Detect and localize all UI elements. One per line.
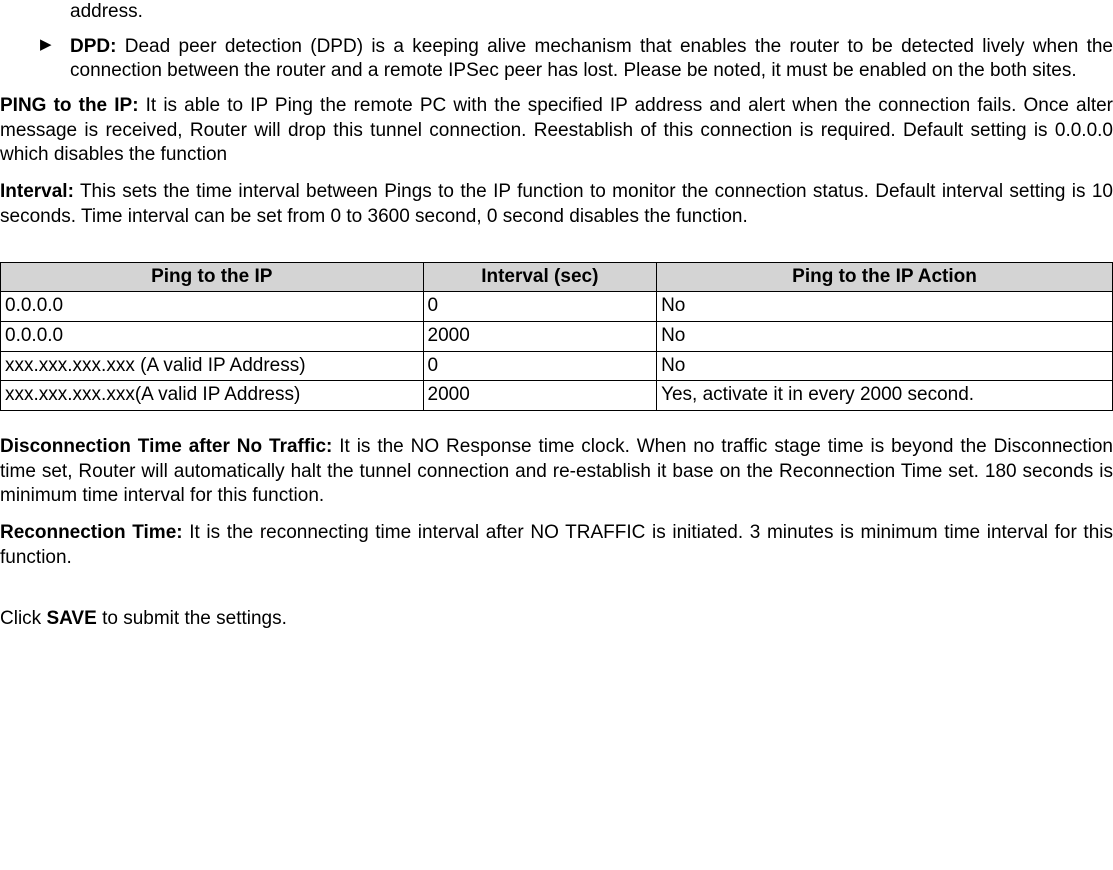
col-header-action: Ping to the IP Action [657,262,1113,292]
cell-interval: 0 [423,351,657,381]
ping-to-ip-label: PING to the IP: [0,95,139,116]
interval-text: This sets the time interval between Ping… [0,181,1113,227]
cell-action: Yes, activate it in every 2000 second. [657,381,1113,411]
cell-ping-ip: xxx.xxx.xxx.xxx(A valid IP Address) [1,381,424,411]
save-suffix: to submit the settings. [97,608,287,629]
ping-to-ip-paragraph: PING to the IP: It is able to IP Ping th… [0,94,1113,168]
cell-ping-ip: xxx.xxx.xxx.xxx (A valid IP Address) [1,351,424,381]
bullet-dpd: ▶ DPD: Dead peer detection (DPD) is a ke… [40,35,1113,84]
table-row: xxx.xxx.xxx.xxx (A valid IP Address) 0 N… [1,351,1113,381]
table-row: xxx.xxx.xxx.xxx(A valid IP Address) 2000… [1,381,1113,411]
dpd-text: Dead peer detection (DPD) is a keeping a… [70,36,1113,82]
cell-ping-ip: 0.0.0.0 [1,292,424,322]
interval-label: Interval: [0,181,74,202]
col-header-interval: Interval (sec) [423,262,657,292]
bullet-marker-icon: ▶ [40,35,70,84]
cell-action: No [657,292,1113,322]
cell-action: No [657,351,1113,381]
col-header-ping-ip: Ping to the IP [1,262,424,292]
disconnection-paragraph: Disconnection Time after No Traffic: It … [0,435,1113,509]
table-row: 0.0.0.0 2000 No [1,321,1113,351]
save-bold: SAVE [46,608,96,629]
disconnection-label: Disconnection Time after No Traffic: [0,436,332,457]
cell-ping-ip: 0.0.0.0 [1,321,424,351]
interval-paragraph: Interval: This sets the time interval be… [0,180,1113,229]
save-line: Click SAVE to submit the settings. [0,607,1113,632]
bullet-dpd-content: DPD: Dead peer detection (DPD) is a keep… [70,35,1113,84]
ping-table: Ping to the IP Interval (sec) Ping to th… [0,262,1113,411]
cell-interval: 0 [423,292,657,322]
reconnection-paragraph: Reconnection Time: It is the reconnectin… [0,521,1113,570]
table-header-row: Ping to the IP Interval (sec) Ping to th… [1,262,1113,292]
fragment-address: address. [70,0,1113,25]
cell-action: No [657,321,1113,351]
cell-interval: 2000 [423,321,657,351]
ping-to-ip-text: It is able to IP Ping the remote PC with… [0,95,1113,165]
cell-interval: 2000 [423,381,657,411]
reconnection-label: Reconnection Time: [0,522,183,543]
dpd-label: DPD: [70,36,116,57]
save-prefix: Click [0,608,46,629]
table-row: 0.0.0.0 0 No [1,292,1113,322]
